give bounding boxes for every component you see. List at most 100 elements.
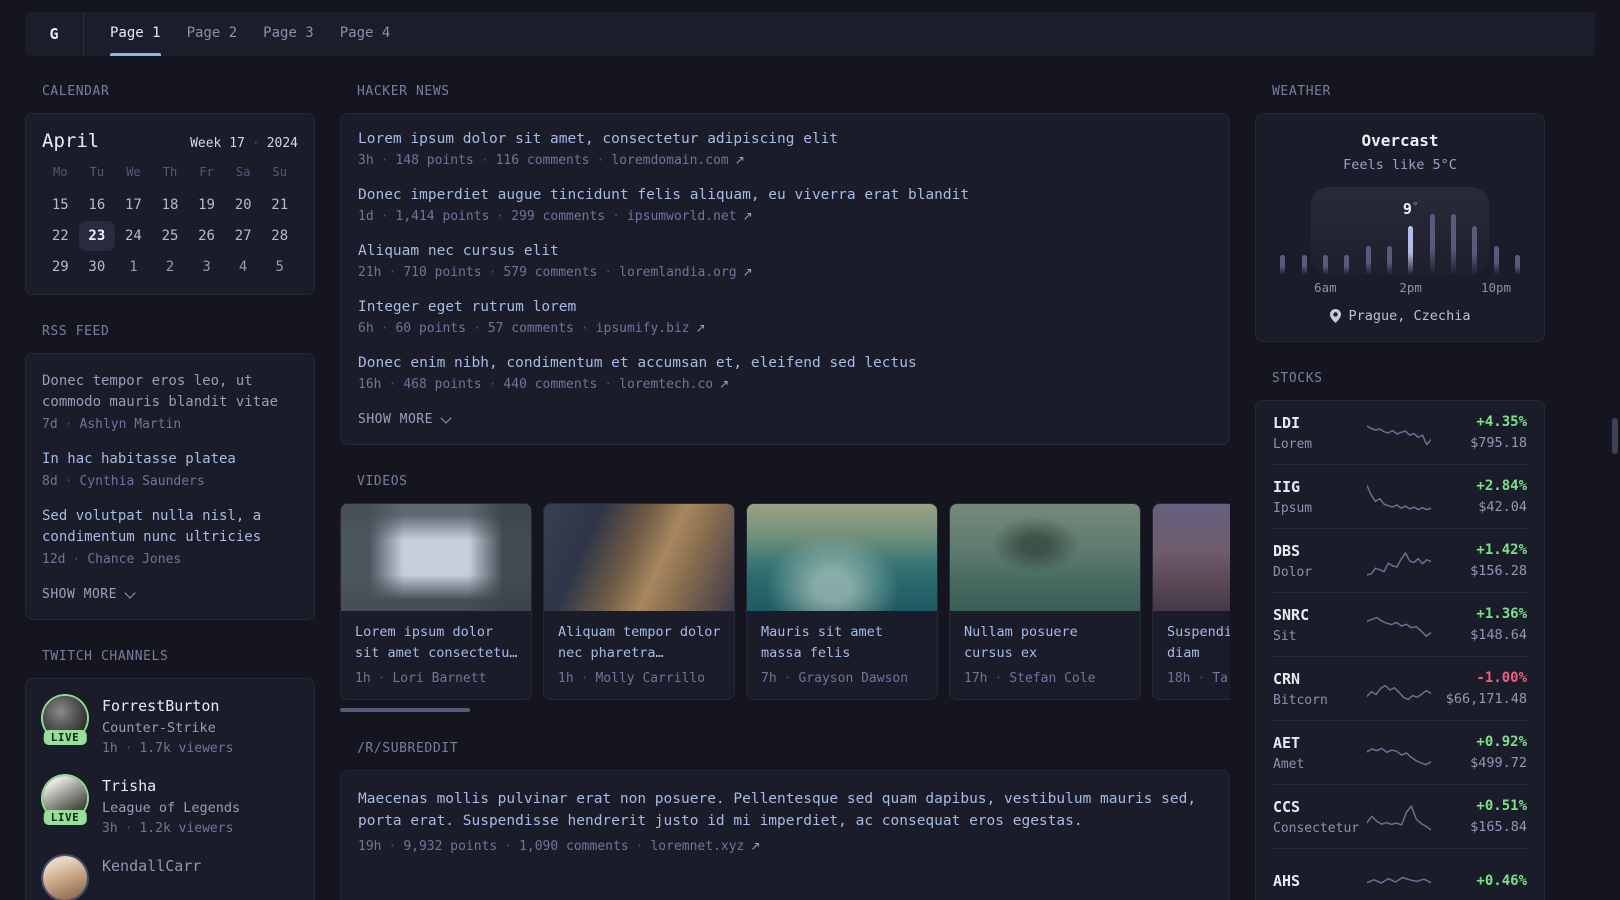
calendar-day: 29: [51, 259, 69, 275]
page-scrollbar[interactable]: [1612, 418, 1618, 454]
carousel-scrollbar[interactable]: [340, 708, 470, 712]
tab-page-2[interactable]: Page 2: [187, 12, 238, 56]
twitch-channel[interactable]: LIVE ForrestBurton Counter-Strike 1h · 1.7k v…: [42, 695, 298, 756]
main-column: HACKER NEWS Lorem ipsum dolor sit amet, …: [340, 72, 1230, 900]
calendar-day-header: Fr: [199, 165, 214, 179]
stocks-widget: LDI Lorem +4.35% $795.18 IIG Ipsum +2.84% $42.0…: [1255, 400, 1545, 900]
hn-story-title[interactable]: Lorem ipsum dolor sit amet, consectetur …: [358, 131, 1212, 147]
stock-sparkline: [1367, 616, 1431, 637]
hn-story-title[interactable]: Donec imperdiet augue tincidunt felis al…: [358, 187, 1212, 203]
video-meta: 17h · Stefan Cole: [964, 671, 1126, 686]
dot-separator: ·: [251, 136, 260, 151]
stock-row[interactable]: DBS Dolor +1.42% $156.28: [1256, 529, 1544, 592]
chevron-down-icon: [124, 586, 136, 599]
tab-page-3[interactable]: Page 3: [263, 12, 314, 56]
hn-story-meta: 1d · 1,414 points · 299 comments · ipsumworld.…: [358, 209, 1212, 224]
story-domain-link[interactable]: loremnet.xyz: [650, 839, 744, 854]
twitch-channel[interactable]: KendallCarr: [42, 855, 298, 900]
video-meta: 7h · Grayson Dawson: [761, 671, 923, 686]
meta-time: 1d: [358, 209, 374, 224]
subreddit-post-title[interactable]: Maecenas mollis pulvinar erat non posuer…: [358, 788, 1212, 832]
stock-change: +1.36%: [1476, 606, 1527, 622]
app-logo[interactable]: G: [25, 12, 84, 56]
video-thumbnail[interactable]: [950, 504, 1140, 611]
calendar-day: 21: [271, 197, 289, 213]
dot-separator: ·: [380, 209, 389, 224]
page-tabs: Page 1 Page 2 Page 3 Page 4: [84, 12, 390, 56]
hn-story-title[interactable]: Integer eget rutrum lorem: [358, 299, 1212, 315]
meta-points: 9,932 points: [403, 839, 498, 854]
section-title-rss: RSS FEED: [42, 324, 110, 339]
dot-separator: ·: [488, 265, 497, 280]
video-title[interactable]: Lorem ipsum dolor sit amet consectetu…: [355, 622, 517, 664]
stock-ticker: CRN: [1273, 669, 1301, 688]
stock-row[interactable]: SNRC Sit +1.36% $148.64: [1256, 593, 1544, 656]
calendar-week-year: Week 17 · 2024: [190, 136, 298, 151]
stock-row[interactable]: AET Amet +0.92% $499.72: [1256, 721, 1544, 784]
rss-show-more-button[interactable]: SHOW MORE: [42, 586, 298, 602]
external-link-icon: ↗: [750, 839, 761, 853]
hacker-news-widget: Lorem ipsum dolor sit amet, consectetur …: [340, 113, 1230, 445]
rss-item-title[interactable]: Sed volutpat nulla nisl, a condimentum n…: [42, 506, 298, 548]
chevron-down-icon: [440, 411, 452, 424]
video-thumbnail[interactable]: [747, 504, 937, 611]
subreddit-post-meta: 19h · 9,932 points · 1,090 comments · loremnet…: [358, 839, 1212, 854]
hn-show-more-button[interactable]: SHOW MORE: [358, 411, 1212, 427]
section-title-hacker-news: HACKER NEWS: [357, 84, 450, 99]
stock-row[interactable]: CRN Bitcorn -1.00% $66,171.48: [1256, 657, 1544, 720]
story-domain-link[interactable]: loremdomain.com: [611, 153, 728, 168]
stock-row[interactable]: LDI Lorem +4.35% $795.18: [1256, 401, 1544, 464]
dot-separator: ·: [496, 209, 505, 224]
dot-separator: ·: [124, 741, 133, 756]
tab-page-4[interactable]: Page 4: [340, 12, 391, 56]
viewer-count: 1.7k viewers: [139, 741, 234, 756]
video-thumbnail[interactable]: [1153, 504, 1230, 611]
stock-sparkline: [1367, 804, 1431, 831]
tab-page-1[interactable]: Page 1: [110, 12, 161, 56]
rss-item-title[interactable]: In hac habitasse platea: [42, 449, 298, 470]
section-title-subreddit: /R/SUBREDDIT: [357, 741, 459, 756]
dot-separator: ·: [388, 839, 397, 854]
meta-points: 60 points: [395, 321, 466, 336]
calendar-day: 30: [88, 259, 106, 275]
story-domain-link[interactable]: loremtech.co: [619, 377, 713, 392]
video-card[interactable]: Nullam posuere cursus ex 17h · Stefan Cole: [949, 503, 1141, 700]
dot-separator: ·: [377, 671, 386, 686]
hn-story-title[interactable]: Donec enim nibh, condimentum et accumsan…: [358, 355, 1212, 371]
story-domain-link[interactable]: loremlandia.org: [619, 265, 736, 280]
video-title[interactable]: Nullam posuere cursus ex: [964, 622, 1126, 664]
video-title[interactable]: Mauris sit amet massa felis: [761, 622, 923, 664]
video-thumbnail[interactable]: [544, 504, 734, 611]
video-creator: Stefan Cole: [1009, 671, 1096, 686]
video-card[interactable]: Suspendissediam 18h · Tara: [1152, 503, 1230, 700]
stock-row[interactable]: IIG Ipsum +2.84% $42.04: [1256, 465, 1544, 528]
stock-row[interactable]: CCS Consectetur +0.51% $165.84: [1256, 785, 1544, 848]
rss-item-title[interactable]: Donec tempor eros leo, ut commodo mauris…: [42, 371, 298, 413]
calendar-day-headers: Mo Tu We Th Fr Sa Su: [42, 165, 298, 190]
dot-separator: ·: [783, 671, 792, 686]
twitch-channel[interactable]: LIVE Trisha League of Legends 3h · 1.2k viewe…: [42, 775, 298, 836]
avatar-wrap: [42, 855, 88, 900]
video-creator: Molly Carrillo: [595, 671, 706, 686]
weather-feels-like: Feels like 5°C: [1343, 157, 1457, 173]
channel-game: Counter-Strike: [102, 720, 216, 736]
stock-change: +0.92%: [1476, 734, 1527, 750]
video-title[interactable]: Aliquam tempor dolor nec pharetra…: [558, 622, 720, 664]
video-card[interactable]: Aliquam tempor dolor nec pharetra… 1h · Moll…: [543, 503, 735, 700]
stock-row[interactable]: AHS +0.46%: [1256, 849, 1544, 900]
section-title-calendar: CALENDAR: [42, 84, 110, 99]
video-card[interactable]: Mauris sit amet massa felis 7h · Grayson Daw…: [746, 503, 938, 700]
video-title[interactable]: Suspendissediam: [1167, 622, 1230, 664]
video-card[interactable]: Lorem ipsum dolor sit amet consectetu… 1h ·…: [340, 503, 532, 700]
hn-story-title[interactable]: Aliquam nec cursus elit: [358, 243, 1212, 259]
video-thumbnail[interactable]: [341, 504, 531, 611]
story-domain-link[interactable]: ipsumify.biz: [596, 321, 690, 336]
calendar-widget: April Week 17 · 2024 Mo Tu We Th Fr Sa Su 15 16 17…: [25, 113, 315, 295]
weather-hourly-chart: 6am 9° 2pm 10pm: [1272, 187, 1528, 295]
rss-item-meta: 12d · Chance Jones: [42, 552, 298, 567]
story-domain-link[interactable]: ipsumworld.net: [627, 209, 737, 224]
calendar-days-grid: 15 16 17 18 19 20 21 22 23 24 25 26 27 28 29 30 1 2 3 4 5: [42, 190, 298, 282]
dot-separator: ·: [388, 265, 397, 280]
stock-name: Consectetur: [1273, 820, 1360, 836]
rss-item: Donec tempor eros leo, ut commodo mauris…: [42, 371, 298, 432]
